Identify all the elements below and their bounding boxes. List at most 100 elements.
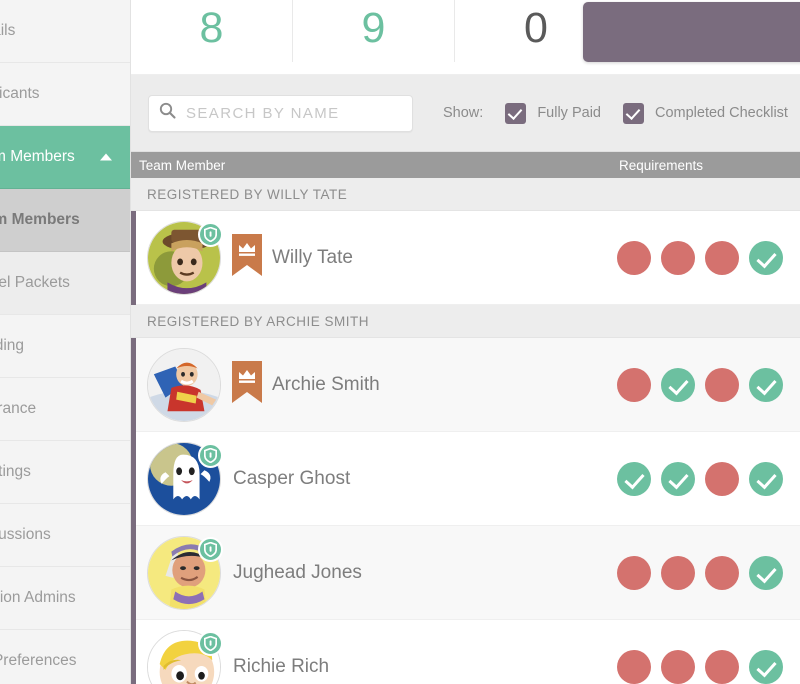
requirements-cell (611, 461, 800, 496)
member-cell: Jughead Jones (136, 535, 611, 610)
requirement-dot-2-green[interactable] (661, 367, 695, 402)
avatar-wrapper[interactable] (147, 629, 223, 684)
checkbox-completed-checklist[interactable] (622, 102, 644, 124)
member-name: Archie Smith (272, 373, 380, 395)
team-members-list: REGISTERED BY WILLY TATE Willy Tate REGIST… (131, 178, 800, 684)
stats-strip: 8 9 0 (131, 0, 800, 75)
requirement-dot-1-red[interactable] (617, 240, 651, 275)
requirement-dot-1-red[interactable] (617, 649, 651, 684)
member-name: Richie Rich (233, 655, 330, 677)
sidebar-item-team-members[interactable]: Team Members (0, 126, 130, 189)
requirement-dot-4-green[interactable] (749, 367, 783, 402)
search-input[interactable] (186, 104, 402, 122)
requirement-dot-3-red[interactable] (705, 367, 739, 402)
column-header-requirements: Requirements (619, 157, 704, 173)
sidebar-item-insurance[interactable]: Insurance (0, 378, 130, 441)
table-row[interactable]: Jughead Jones (136, 526, 800, 620)
stat-card-0[interactable]: 8 (131, 0, 293, 62)
group-header: REGISTERED BY ARCHIE SMITH (131, 305, 800, 338)
crown-ribbon-icon (232, 234, 262, 281)
requirement-dot-4-green[interactable] (749, 461, 783, 496)
requirement-dot-4-green[interactable] (749, 649, 783, 684)
sidebar-item-meetings[interactable]: Meetings (0, 441, 130, 504)
sidebar-item-label: My Preferences (0, 652, 77, 669)
sidebar-item-applicants[interactable]: Applicants (0, 63, 130, 126)
table-row[interactable]: Archie Smith (136, 338, 800, 432)
avatar-wrapper[interactable] (147, 220, 223, 295)
member-cell: Archie Smith (136, 347, 611, 422)
avatar (147, 347, 221, 422)
shield-icon (198, 442, 223, 468)
sidebar-item-discussions[interactable]: Discussions (0, 504, 130, 567)
requirements-cell (611, 555, 800, 590)
search-box[interactable] (148, 94, 413, 132)
sidebar-item-label: Team Members (0, 211, 80, 228)
member-name: Jughead Jones (233, 561, 362, 583)
member-cell: Richie Rich (136, 629, 611, 684)
stat-card-1[interactable]: 9 (293, 0, 455, 62)
requirement-dot-4-green[interactable] (749, 555, 783, 590)
sidebar-item-team-members[interactable]: Team Members (0, 189, 130, 252)
shield-icon (198, 221, 223, 247)
sidebar-item-label: Meetings (0, 463, 31, 480)
checkbox-fully-paid[interactable] (505, 102, 527, 124)
checkbox-label: Completed Checklist (654, 105, 788, 121)
chevron-up-icon (100, 153, 112, 161)
sidebar-item-label: Discussions (0, 526, 51, 543)
sidebar: Details Applicants Team Members Team Member… (0, 0, 131, 684)
member-cell: Casper Ghost (136, 441, 611, 516)
sidebar-item-my-preferences[interactable]: My Preferences (0, 630, 130, 684)
avatar-wrapper[interactable] (147, 441, 223, 516)
shield-icon (198, 630, 223, 656)
sidebar-item-label: Details (0, 22, 16, 39)
requirement-dot-2-red[interactable] (661, 240, 695, 275)
sidebar-item-label: Funding (0, 337, 25, 354)
avatar-wrapper[interactable] (147, 535, 223, 610)
filter-completed-checklist[interactable]: Completed Checklist (622, 102, 788, 124)
requirement-dot-1-red[interactable] (617, 555, 651, 590)
requirement-dot-3-red[interactable] (705, 555, 739, 590)
avatar-wrapper[interactable] (147, 347, 221, 422)
group-header: REGISTERED BY WILLY TATE (131, 178, 800, 211)
crown-ribbon-icon (232, 361, 262, 408)
stat-value: 9 (361, 3, 386, 52)
table-row[interactable]: Willy Tate (136, 211, 800, 305)
search-icon (159, 102, 176, 124)
main-content: 8 9 0 Show: (131, 0, 800, 684)
member-name: Willy Tate (272, 246, 353, 268)
stat-value: 8 (199, 3, 224, 52)
requirement-dot-4-green[interactable] (749, 240, 783, 275)
sidebar-item-label: Travel Packets (0, 274, 70, 291)
table-header: Team Member Requirements (131, 152, 800, 178)
shield-icon (198, 536, 223, 562)
filter-bar: Show: Fully Paid Completed Checklist (131, 75, 800, 152)
requirement-dot-1-red[interactable] (617, 367, 651, 402)
requirement-dot-2-red[interactable] (661, 555, 695, 590)
member-cell: Willy Tate (136, 220, 611, 295)
sidebar-item-details[interactable]: Details (0, 0, 130, 63)
column-header-team-member: Team Member (139, 157, 226, 173)
requirement-dot-2-green[interactable] (661, 461, 695, 496)
requirement-dot-2-red[interactable] (661, 649, 695, 684)
purple-action-panel[interactable] (583, 2, 800, 62)
group-rows: Willy Tate (131, 211, 800, 305)
sidebar-item-mission-admins[interactable]: Mission Admins (0, 567, 130, 630)
show-label: Show: (443, 105, 484, 121)
sidebar-item-label: Team Members (0, 148, 75, 165)
table-row[interactable]: Casper Ghost (136, 432, 800, 526)
member-name: Casper Ghost (233, 467, 351, 489)
requirements-cell (611, 649, 800, 684)
table-row[interactable]: Richie Rich (136, 620, 800, 684)
requirement-dot-3-red[interactable] (705, 649, 739, 684)
filter-fully-paid[interactable]: Fully Paid (505, 102, 601, 124)
checkbox-label: Fully Paid (537, 105, 601, 121)
sidebar-item-label: Mission Admins (0, 589, 76, 606)
sidebar-item-funding[interactable]: Funding (0, 315, 130, 378)
requirement-dot-3-red[interactable] (705, 461, 739, 496)
team-members-page: Details Applicants Team Members Team Member… (0, 0, 800, 684)
requirement-dot-1-green[interactable] (617, 461, 651, 496)
sidebar-item-label: Insurance (0, 400, 37, 417)
sidebar-item-travel-packets[interactable]: Travel Packets (0, 252, 130, 315)
requirement-dot-3-red[interactable] (705, 240, 739, 275)
stat-value: 0 (524, 3, 548, 52)
